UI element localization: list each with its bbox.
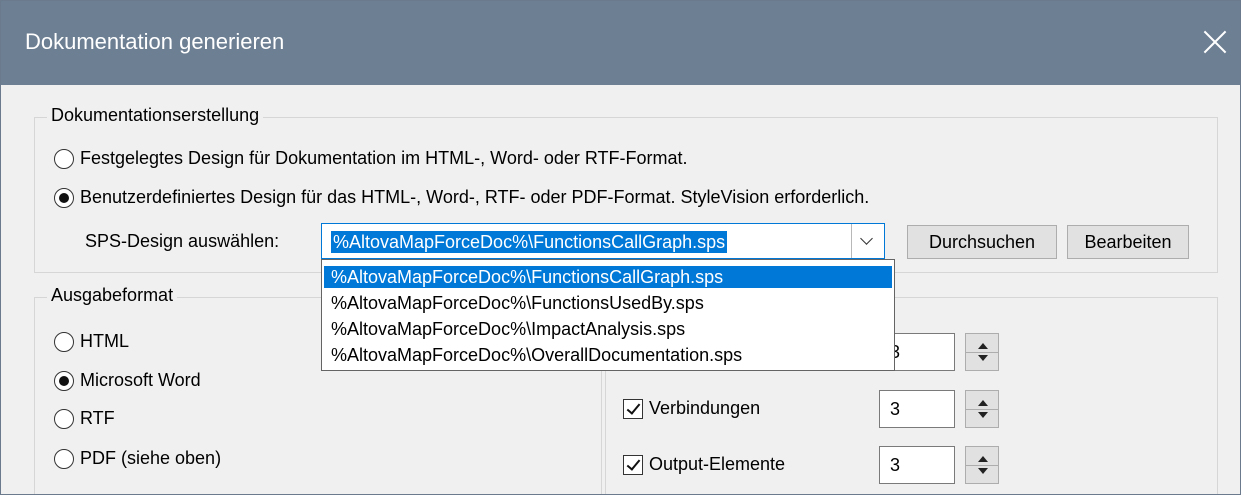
- sps-design-combobox[interactable]: %AltovaMapForceDoc%\FunctionsCallGraph.s…: [321, 223, 885, 259]
- radio-format-word[interactable]: Microsoft Word: [54, 370, 201, 391]
- radio-format-word-indicator[interactable]: [54, 370, 74, 391]
- doc-creation-legend: Dokumentationserstellung: [47, 105, 264, 126]
- dropdown-option[interactable]: %AltovaMapForceDoc%\FunctionsCallGraph.s…: [324, 266, 892, 288]
- title-bar[interactable]: Dokumentation generieren: [1, 1, 1240, 85]
- spin-up-icon[interactable]: [978, 400, 988, 406]
- radio-format-pdf[interactable]: PDF (siehe oben): [54, 448, 221, 469]
- generate-documentation-dialog: Dokumentation generieren Dokumentationse…: [0, 0, 1241, 495]
- radio-custom-design-label: Benutzerdefiniertes Design für das HTML-…: [80, 187, 870, 207]
- depth-input-3[interactable]: 3: [879, 446, 955, 484]
- output-format-legend: Ausgabeformat: [47, 285, 178, 306]
- dropdown-option[interactable]: %AltovaMapForceDoc%\FunctionsUsedBy.sps: [324, 292, 892, 314]
- radio-format-rtf[interactable]: RTF: [54, 408, 115, 429]
- radio-format-html-indicator[interactable]: [54, 331, 74, 352]
- dropdown-option[interactable]: %AltovaMapForceDoc%\OverallDocumentation…: [324, 344, 892, 366]
- edit-button[interactable]: Bearbeiten: [1067, 225, 1189, 259]
- spinner-divider: [966, 465, 998, 466]
- close-icon[interactable]: [1197, 25, 1233, 61]
- checkbox-connections[interactable]: Verbindungen: [623, 398, 760, 419]
- depth-spinner-3[interactable]: [965, 446, 999, 484]
- checkbox-output-elements[interactable]: Output-Elemente: [623, 454, 785, 475]
- radio-format-rtf-label: RTF: [80, 408, 115, 428]
- dropdown-option[interactable]: %AltovaMapForceDoc%\ImpactAnalysis.sps: [324, 318, 892, 340]
- radio-format-pdf-indicator[interactable]: [54, 448, 74, 469]
- radio-format-word-label: Microsoft Word: [80, 370, 201, 390]
- spin-down-icon[interactable]: [978, 412, 988, 418]
- radio-custom-design-indicator[interactable]: [54, 187, 74, 208]
- checkbox-connections-label: Verbindungen: [649, 398, 761, 418]
- radio-fixed-design[interactable]: Festgelegtes Design für Dokumentation im…: [54, 148, 688, 169]
- chevron-down-icon[interactable]: [851, 224, 884, 258]
- radio-fixed-design-label: Festgelegtes Design für Dokumentation im…: [80, 148, 688, 168]
- browse-button[interactable]: Durchsuchen: [907, 225, 1057, 259]
- radio-format-html-label: HTML: [80, 331, 129, 351]
- depth-spinner-1[interactable]: [965, 333, 999, 371]
- radio-format-rtf-indicator[interactable]: [54, 408, 74, 429]
- sps-design-dropdown-list[interactable]: %AltovaMapForceDoc%\FunctionsCallGraph.s…: [321, 259, 895, 371]
- sps-design-value: %AltovaMapForceDoc%\FunctionsCallGraph.s…: [331, 231, 728, 253]
- radio-format-html[interactable]: HTML: [54, 331, 129, 352]
- radio-custom-design[interactable]: Benutzerdefiniertes Design für das HTML-…: [54, 187, 869, 208]
- checkbox-output-elements-label: Output-Elemente: [649, 454, 786, 474]
- spin-down-icon[interactable]: [978, 468, 988, 474]
- spin-down-icon[interactable]: [978, 355, 988, 361]
- spinner-divider: [966, 409, 998, 410]
- radio-format-pdf-label: PDF (siehe oben): [80, 448, 222, 468]
- spin-up-icon[interactable]: [978, 343, 988, 349]
- dialog-title: Dokumentation generieren: [25, 29, 285, 54]
- depth-input-2[interactable]: 3: [879, 390, 955, 428]
- sps-design-label: SPS-Design auswählen:: [85, 231, 280, 251]
- spinner-divider: [966, 352, 998, 353]
- depth-spinner-2[interactable]: [965, 390, 999, 428]
- radio-fixed-design-indicator[interactable]: [54, 148, 74, 169]
- checkbox-output-elements-indicator[interactable]: [623, 454, 643, 475]
- spin-up-icon[interactable]: [978, 456, 988, 462]
- checkbox-connections-indicator[interactable]: [623, 398, 643, 419]
